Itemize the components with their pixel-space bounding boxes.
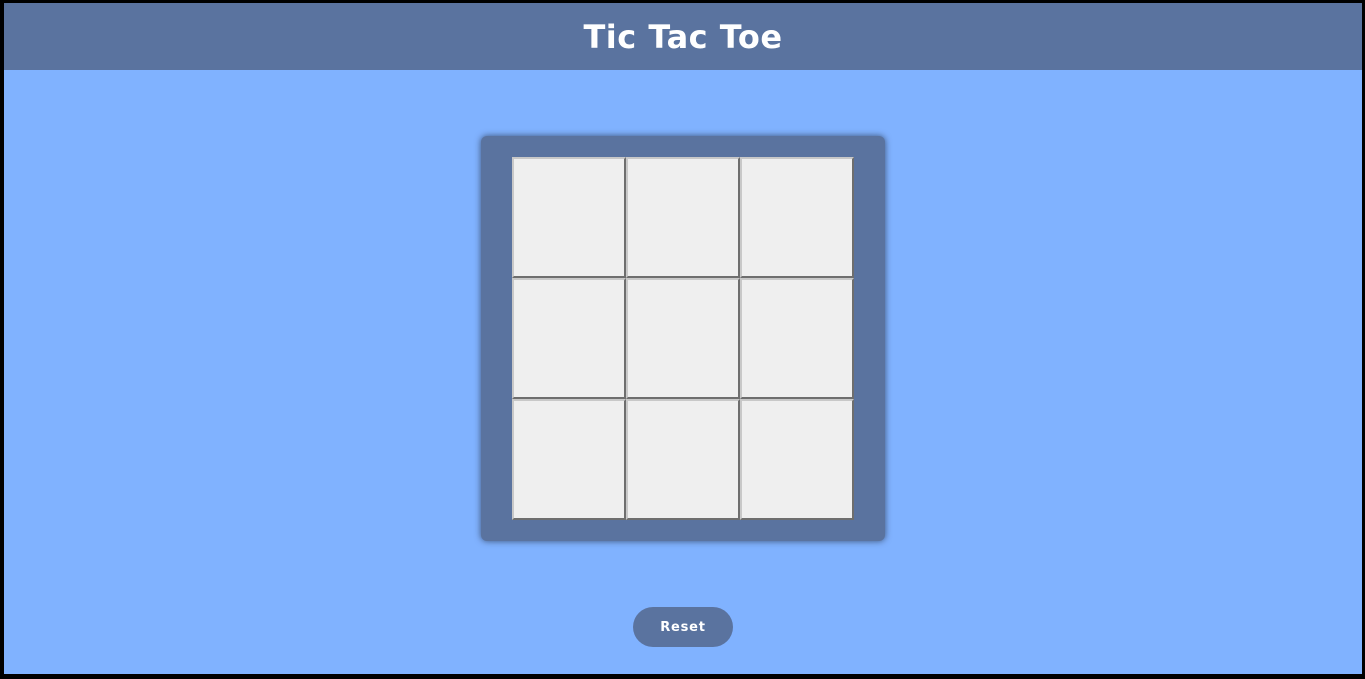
game-board-frame	[481, 136, 885, 541]
header-bar: Tic Tac Toe	[4, 3, 1362, 70]
board-cell-2[interactable]	[626, 157, 740, 278]
app-window: Tic Tac Toe Reset	[4, 3, 1362, 674]
board-cell-1[interactable]	[512, 157, 626, 278]
board-cell-7[interactable]	[512, 399, 626, 520]
board-cell-5[interactable]	[626, 278, 740, 399]
reset-button[interactable]: Reset	[633, 607, 733, 647]
board-cell-3[interactable]	[740, 157, 854, 278]
board-cell-9[interactable]	[740, 399, 854, 520]
board-cell-4[interactable]	[512, 278, 626, 399]
game-board	[512, 157, 854, 520]
page-title: Tic Tac Toe	[583, 17, 783, 56]
board-cell-6[interactable]	[740, 278, 854, 399]
board-cell-8[interactable]	[626, 399, 740, 520]
